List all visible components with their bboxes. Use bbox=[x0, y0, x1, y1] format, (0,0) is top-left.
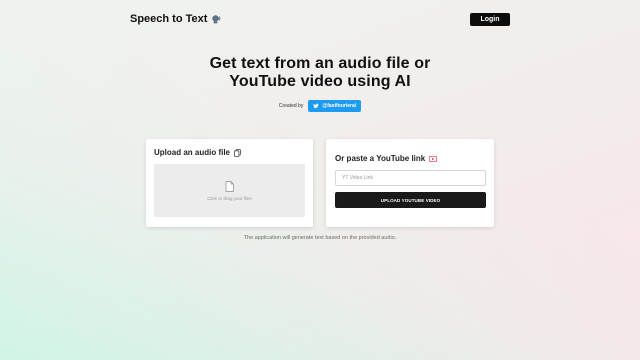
upload-card: Upload an audio file Click or drag your … bbox=[146, 139, 313, 227]
app-logo[interactable]: Speech to Text bbox=[130, 13, 221, 25]
hero-title-line1: Get text from an audio file or bbox=[209, 55, 431, 72]
youtube-link-input[interactable] bbox=[335, 170, 486, 186]
hero-title-line2: YouTube video using AI bbox=[229, 73, 411, 90]
background-gradient bbox=[0, 0, 640, 360]
file-icon bbox=[225, 180, 234, 192]
youtube-title-text: Or paste a YouTube link bbox=[335, 154, 426, 163]
twitter-link[interactable]: @fastfourierai bbox=[308, 100, 362, 112]
upload-title-text: Upload an audio file bbox=[154, 148, 231, 157]
created-by-label: Created by bbox=[278, 103, 304, 109]
upload-card-title: Upload an audio file bbox=[154, 148, 241, 157]
twitter-handle: @fastfourierai bbox=[322, 103, 357, 109]
youtube-card: Or paste a YouTube link UPLOAD YOUTUBE V… bbox=[326, 139, 494, 227]
hero-title: Get text from an audio file or YouTube v… bbox=[0, 55, 640, 91]
twitter-bird-icon bbox=[313, 103, 320, 109]
file-dropzone[interactable]: Click or drag your files bbox=[154, 164, 305, 217]
hero-section: Get text from an audio file or YouTube v… bbox=[0, 55, 640, 112]
top-header: Speech to Text Login bbox=[130, 10, 510, 28]
footer-note: The application will generate text based… bbox=[243, 235, 397, 241]
login-button[interactable]: Login bbox=[470, 12, 510, 26]
youtube-icon bbox=[429, 155, 438, 162]
created-by-row: Created by @fastfourierai bbox=[0, 100, 640, 112]
copy-file-icon bbox=[234, 148, 241, 157]
app-title: Speech to Text bbox=[130, 13, 208, 25]
speaking-head-icon bbox=[212, 15, 221, 24]
youtube-card-title: Or paste a YouTube link bbox=[335, 154, 438, 163]
dropzone-label: Click or drag your files bbox=[207, 195, 252, 201]
upload-youtube-button[interactable]: UPLOAD YOUTUBE VIDEO bbox=[335, 192, 486, 208]
